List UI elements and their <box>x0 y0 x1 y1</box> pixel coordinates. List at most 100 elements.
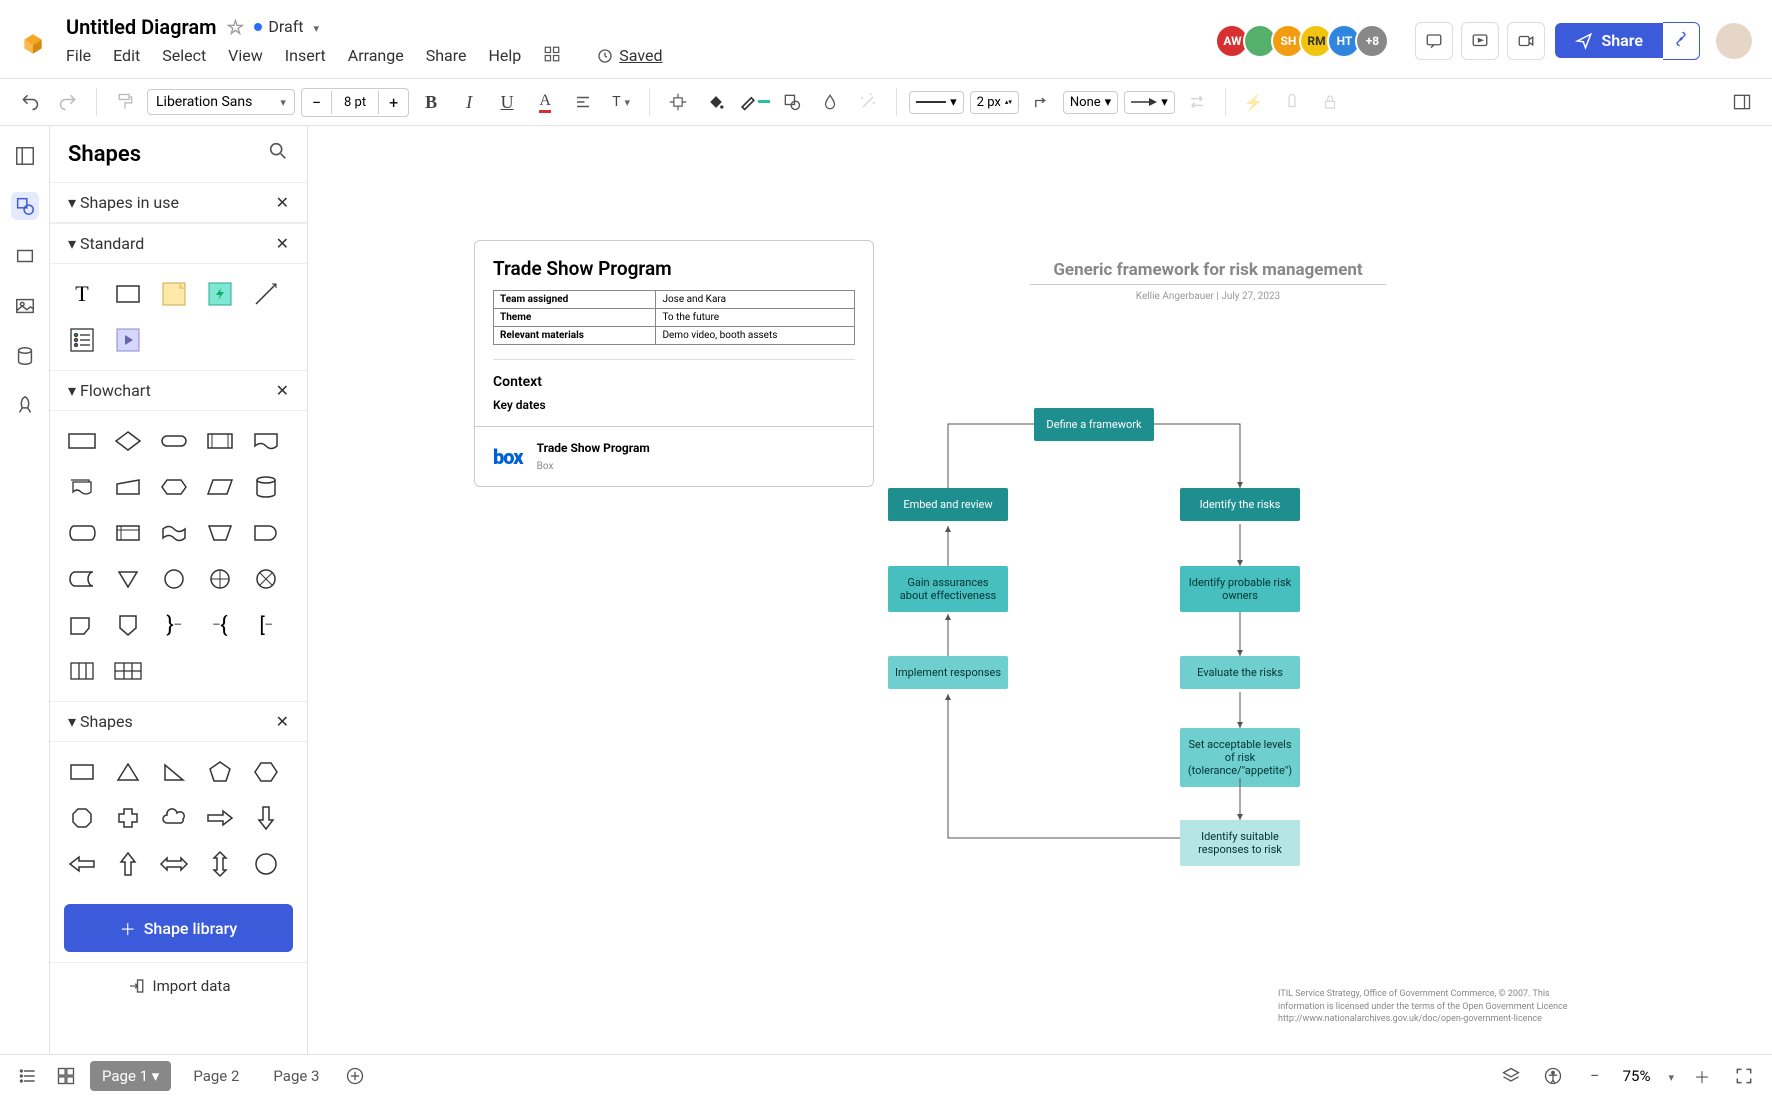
menu-file[interactable]: File <box>66 46 91 65</box>
shape-line[interactable] <box>248 276 284 312</box>
shape-internal-storage[interactable] <box>110 515 146 551</box>
group-button[interactable] <box>1276 86 1308 118</box>
zoom-dropdown[interactable] <box>1664 1066 1674 1085</box>
format-paint-icon[interactable] <box>109 86 141 118</box>
user-avatar[interactable] <box>1716 23 1752 59</box>
flow-define[interactable]: Define a framework <box>1034 408 1154 441</box>
flow-responses[interactable]: Identify suitable responses to risk <box>1180 820 1300 866</box>
text-color-button[interactable]: A <box>529 86 561 118</box>
page-tab-3[interactable]: Page 3 <box>261 1061 331 1091</box>
bold-button[interactable]: B <box>415 86 447 118</box>
status-dropdown[interactable]: Draft <box>254 17 319 36</box>
connector-style-button[interactable] <box>1025 86 1057 118</box>
decrease-font-button[interactable]: − <box>302 89 331 116</box>
shape-brace-left[interactable]: —{ <box>202 607 238 643</box>
page-tab-2[interactable]: Page 2 <box>181 1061 251 1091</box>
page-tab-1[interactable]: Page 1 ▾ <box>90 1061 171 1091</box>
flow-owners[interactable]: Identify probable risk owners <box>1180 566 1300 612</box>
shape-sum[interactable] <box>248 561 284 597</box>
accessibility-icon[interactable] <box>1539 1062 1567 1090</box>
shape-action[interactable] <box>202 276 238 312</box>
layers-icon[interactable] <box>1497 1062 1525 1090</box>
undo-button[interactable] <box>14 86 46 118</box>
underline-button[interactable]: U <box>491 86 523 118</box>
menu-share[interactable]: Share <box>426 46 467 65</box>
shape-style-button[interactable] <box>776 86 808 118</box>
menu-help[interactable]: Help <box>489 46 522 65</box>
menu-select[interactable]: Select <box>162 46 206 65</box>
close-icon[interactable]: ✕ <box>276 234 289 253</box>
shape-library-button[interactable]: ＋ Shape library <box>64 904 293 952</box>
flow-implement[interactable]: Implement responses <box>888 656 1008 689</box>
shape-right-triangle[interactable] <box>156 754 192 790</box>
list-icon[interactable] <box>14 1062 42 1090</box>
section-shapes-in-use[interactable]: ▾ Shapes in use✕ <box>50 182 307 223</box>
zoom-in-button[interactable]: ＋ <box>1688 1062 1716 1090</box>
shape-terminator[interactable] <box>156 423 192 459</box>
shape-arrow-left[interactable] <box>64 846 100 882</box>
shape-arrow-ud[interactable] <box>202 846 238 882</box>
shape-pentagon[interactable] <box>202 754 238 790</box>
section-shapes[interactable]: ▾ Shapes✕ <box>50 701 307 742</box>
border-color-button[interactable] <box>738 86 770 118</box>
search-icon[interactable] <box>267 140 289 168</box>
attached-file[interactable]: box Trade Show Program Box <box>475 426 873 486</box>
present-icon[interactable] <box>1461 22 1499 60</box>
close-icon[interactable]: ✕ <box>276 193 289 212</box>
extensions-icon[interactable] <box>543 45 561 67</box>
position-button[interactable] <box>662 86 694 118</box>
bolt-action-button[interactable]: ⚡ <box>1238 86 1270 118</box>
shape-circle[interactable] <box>248 846 284 882</box>
arrow-end-select[interactable]: ▾ <box>1124 91 1175 114</box>
magic-button[interactable] <box>852 86 884 118</box>
menu-view[interactable]: View <box>228 46 263 65</box>
shape-note[interactable] <box>156 276 192 312</box>
shape-note-bracket[interactable]: [— <box>248 607 284 643</box>
shape-merge[interactable] <box>110 561 146 597</box>
grid-icon[interactable] <box>52 1062 80 1090</box>
doc-title[interactable]: Untitled Diagram <box>66 15 216 39</box>
flow-identify[interactable]: Identify the risks <box>1180 488 1300 521</box>
canvas[interactable]: Trade Show Program Team assignedJose and… <box>308 126 1772 1054</box>
shape-cloud[interactable] <box>156 800 192 836</box>
section-flowchart[interactable]: ▾ Flowchart✕ <box>50 370 307 411</box>
shape-document[interactable] <box>248 423 284 459</box>
close-icon[interactable]: ✕ <box>276 712 289 731</box>
shape-table[interactable] <box>110 653 146 689</box>
flow-levels[interactable]: Set acceptable levels of risk (tolerance… <box>1180 728 1300 787</box>
shape-manual-input[interactable] <box>110 469 146 505</box>
close-icon[interactable]: ✕ <box>276 381 289 400</box>
italic-button[interactable]: I <box>453 86 485 118</box>
comment-icon[interactable] <box>1415 22 1453 60</box>
zoom-out-button[interactable]: − <box>1581 1062 1609 1090</box>
zoom-value[interactable]: 75% <box>1623 1067 1651 1085</box>
shape-arrow-up[interactable] <box>110 846 146 882</box>
fullscreen-icon[interactable] <box>1730 1062 1758 1090</box>
menu-arrange[interactable]: Arrange <box>348 46 404 65</box>
shape-brace-right[interactable]: }— <box>156 607 192 643</box>
rail-rocket-icon[interactable] <box>11 392 39 420</box>
shape-arrow-lr[interactable] <box>156 846 192 882</box>
avatar-overflow[interactable]: +8 <box>1355 24 1389 58</box>
rail-container-icon[interactable] <box>11 242 39 270</box>
rail-image-icon[interactable] <box>11 292 39 320</box>
increase-font-button[interactable]: + <box>379 89 408 116</box>
section-standard[interactable]: ▾ Standard✕ <box>50 223 307 264</box>
line-style-select[interactable]: ▾ <box>909 91 964 114</box>
add-page-button[interactable] <box>341 1062 369 1090</box>
font-size-stepper[interactable]: − 8 pt + <box>301 88 409 117</box>
arrow-start-select[interactable]: None▾ <box>1063 91 1118 114</box>
import-data-button[interactable]: Import data <box>50 962 307 1009</box>
shape-media[interactable] <box>110 322 146 358</box>
swap-arrows-button[interactable] <box>1181 86 1213 118</box>
collaborator-avatars[interactable]: AW SH RM HT +8 <box>1221 24 1389 58</box>
shape-offpage[interactable] <box>110 607 146 643</box>
shape-triangle[interactable] <box>110 754 146 790</box>
redo-button[interactable] <box>52 86 84 118</box>
menu-edit[interactable]: Edit <box>113 46 140 65</box>
shape-table3[interactable] <box>64 653 100 689</box>
shape-decision[interactable] <box>110 423 146 459</box>
shape-rect2[interactable] <box>64 754 100 790</box>
shape-data[interactable] <box>202 469 238 505</box>
shape-preparation[interactable] <box>156 469 192 505</box>
